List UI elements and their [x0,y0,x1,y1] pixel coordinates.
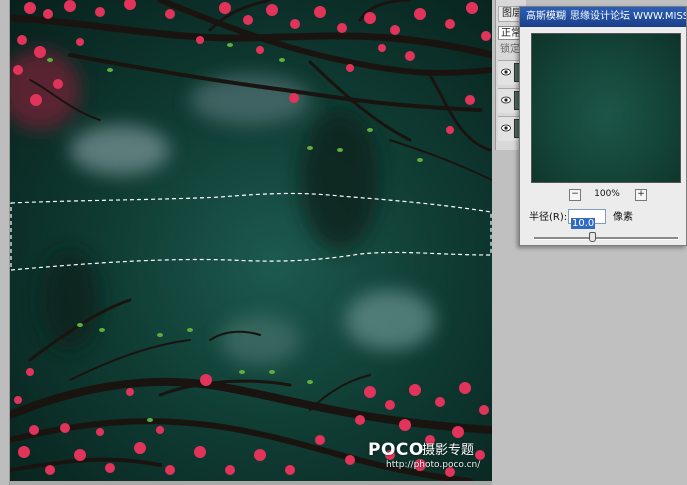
zoom-out-button[interactable]: − [569,189,581,201]
background-bokeh [10,50,435,365]
photo-artwork [10,0,492,481]
poco-url: http://photo.poco.cn/ [386,460,481,470]
radius-slider-thumb[interactable] [589,232,596,242]
poco-logo: POCO [368,440,424,460]
poco-tagline: 摄影专题 [422,443,475,458]
radius-unit: 像素 [613,212,633,223]
dialog-title-bar[interactable]: 高斯模糊思缘设计论坛 WWW.MISSYUAN.COM [520,7,686,27]
radius-value: 10.0 [571,218,596,229]
canvas-bottom-edge [10,481,492,485]
radius-input[interactable]: 10.0 [568,209,606,229]
eye-icon[interactable] [501,96,511,104]
zoom-in-button[interactable]: + [635,189,647,201]
blur-preview[interactable] [531,33,681,183]
dialog-title: 高斯模糊 [526,11,566,22]
radius-label: 半径(R): [529,212,568,223]
gaussian-blur-dialog: 高斯模糊思缘设计论坛 WWW.MISSYUAN.COM − 100% + 半径(… [519,6,687,246]
eye-icon[interactable] [501,124,511,132]
zoom-level: 100% [594,189,620,199]
radius-slider-track[interactable] [534,237,678,240]
image-canvas[interactable] [10,0,492,481]
title-watermark: 思缘设计论坛 WWW.MISSYUAN.COM [570,11,686,22]
eye-icon[interactable] [501,68,511,76]
poco-watermark: POCO 摄影专题 http://photo.poco.cn/ [368,440,486,474]
canvas-left-edge [0,0,10,485]
